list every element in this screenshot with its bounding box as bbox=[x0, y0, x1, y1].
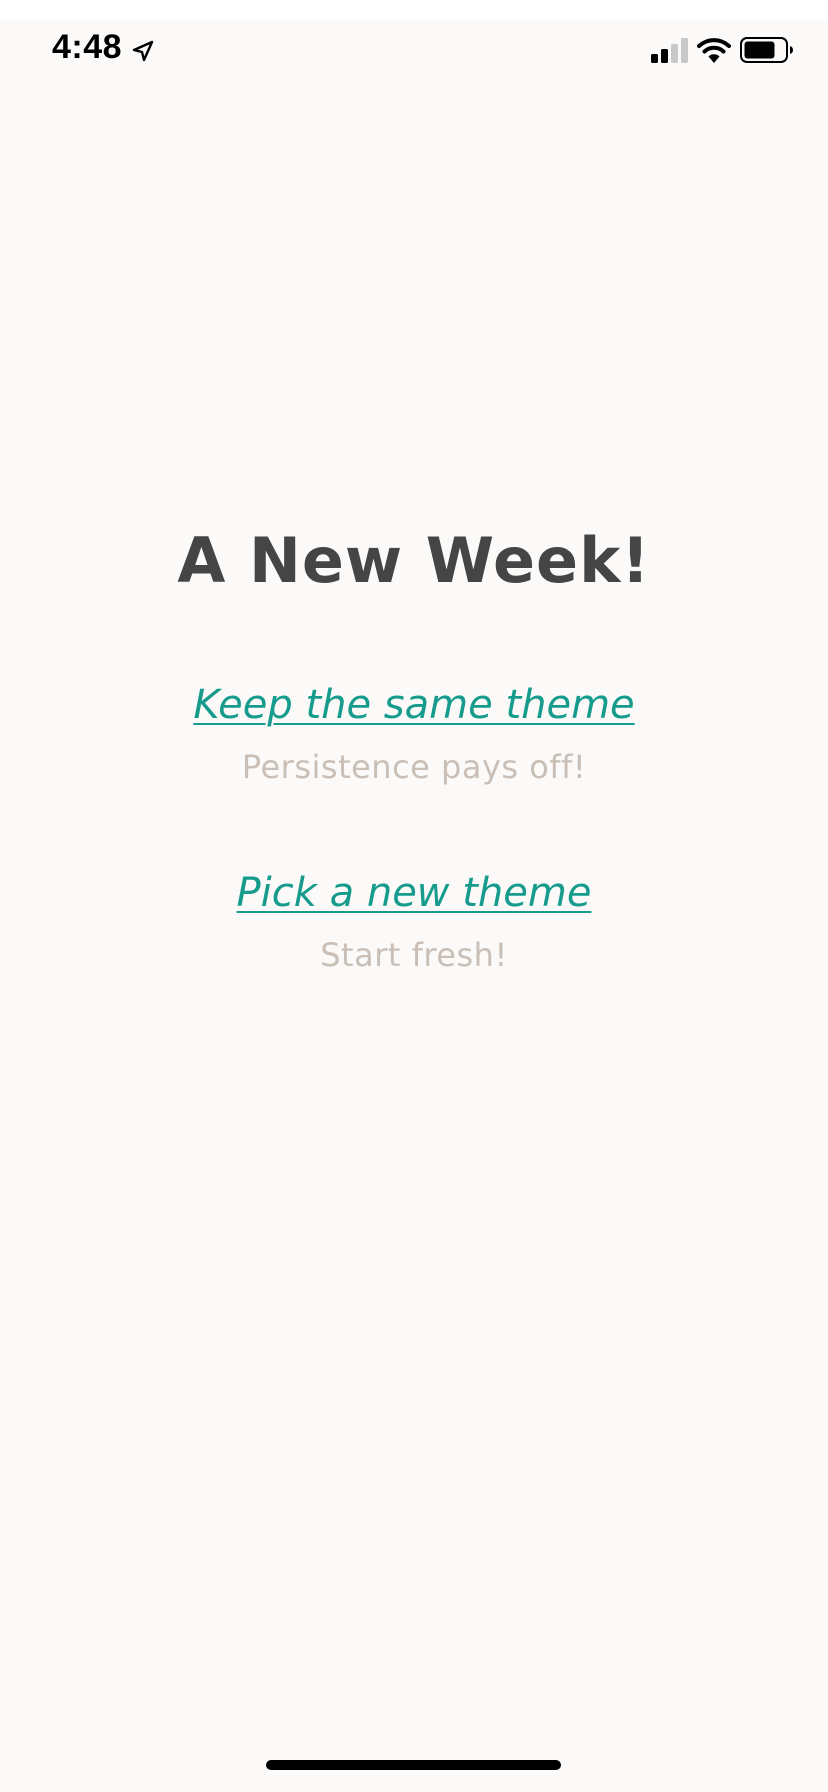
keep-same-theme-subtitle: Persistence pays off! bbox=[241, 748, 587, 786]
location-arrow-icon bbox=[132, 40, 154, 62]
battery-icon bbox=[740, 37, 793, 63]
cellular-signal-icon bbox=[651, 38, 688, 63]
home-indicator[interactable] bbox=[266, 1760, 561, 1770]
status-time: 4:48 bbox=[52, 28, 123, 66]
keep-same-theme-link[interactable]: Keep the same theme bbox=[0, 682, 828, 728]
status-bar: 4:48 bbox=[0, 20, 828, 80]
top-strip bbox=[0, 0, 828, 20]
page-title: A New Week! bbox=[177, 524, 651, 597]
pick-new-theme-subtitle: Start fresh! bbox=[320, 936, 508, 974]
wifi-icon bbox=[697, 38, 731, 63]
pick-new-theme-link[interactable]: Pick a new theme bbox=[0, 870, 828, 916]
